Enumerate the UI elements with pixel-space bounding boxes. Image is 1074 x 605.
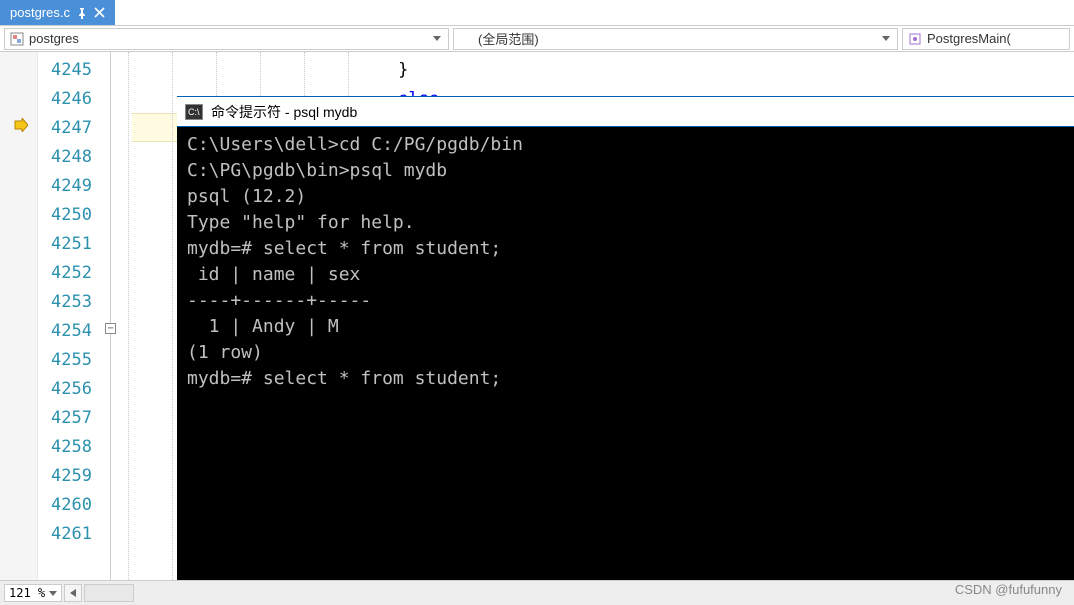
scroll-left-button[interactable] (64, 584, 82, 602)
line-number: 4253 (38, 288, 92, 317)
dropdown-label: postgres (29, 31, 426, 46)
dropdown-label: (全局范围) (458, 29, 875, 48)
line-number: 4258 (38, 433, 92, 462)
function-icon (907, 31, 923, 47)
line-number: 4254 (38, 317, 92, 346)
zoom-value: 121 % (9, 586, 45, 600)
fold-toggle[interactable]: − (105, 323, 116, 334)
indent-guide (128, 52, 129, 580)
close-icon[interactable] (94, 7, 105, 18)
term-line: mydb=# select * from student; (187, 366, 1064, 392)
dropdown-label: PostgresMain( (927, 31, 1065, 46)
file-tab[interactable]: postgres.c (0, 0, 115, 25)
term-line: psql (12.2) (187, 184, 1064, 210)
terminal-title-bar[interactable]: C:\ 命令提示符 - psql mydb (177, 97, 1074, 127)
term-line: id | name | sex (187, 262, 1064, 288)
line-number: 4260 (38, 491, 92, 520)
scope-dropdown-project[interactable]: postgres (4, 28, 449, 50)
line-number: 4251 (38, 230, 92, 259)
term-line: C:\Users\dell>cd C:/PG/pgdb/bin (187, 132, 1064, 158)
line-number: 4247 (38, 114, 92, 143)
term-line: C:\PG\pgdb\bin>psql mydb (187, 158, 1064, 184)
line-number: 4252 (38, 259, 92, 288)
term-line: 1 | Andy | M (187, 314, 1064, 340)
indent-guide (172, 52, 173, 580)
watermark: CSDN @fufufunny (955, 582, 1062, 597)
line-number: 4257 (38, 404, 92, 433)
line-number-gutter: 4245 4246 4247 4248 4249 4250 4251 4252 … (38, 52, 104, 580)
outline-gutter: − (104, 52, 124, 580)
cmd-icon: C:\ (185, 104, 203, 120)
line-number: 4250 (38, 201, 92, 230)
line-number: 4255 (38, 346, 92, 375)
pin-icon[interactable] (76, 7, 88, 19)
navigation-bar: postgres (全局范围) PostgresMain( (0, 26, 1074, 52)
terminal-body[interactable]: C:\Users\dell>cd C:/PG/pgdb/binC:\PG\pgd… (177, 127, 1074, 397)
line-number: 4249 (38, 172, 92, 201)
line-number: 4245 (38, 56, 92, 85)
scope-dropdown-global[interactable]: (全局范围) (453, 28, 898, 50)
zoom-selector[interactable]: 121 % (4, 584, 62, 602)
line-number: 4248 (38, 143, 92, 172)
execution-arrow-icon (14, 118, 28, 136)
code-line: } (132, 56, 1074, 85)
term-line: mydb=# select * from student; (187, 236, 1064, 262)
line-number: 4261 (38, 520, 92, 549)
term-line: Type "help" for help. (187, 210, 1064, 236)
horizontal-scrollbar[interactable] (84, 584, 134, 602)
line-number: 4259 (38, 462, 92, 491)
status-bar: 121 % (0, 580, 1074, 605)
terminal-title-text: 命令提示符 - psql mydb (211, 102, 357, 122)
line-number: 4246 (38, 85, 92, 114)
chevron-down-icon (49, 586, 57, 600)
tab-filename: postgres.c (10, 5, 70, 20)
project-icon (9, 31, 25, 47)
breakpoint-gutter[interactable] (0, 52, 38, 580)
line-number: 4256 (38, 375, 92, 404)
term-line: (1 row) (187, 340, 1064, 366)
chevron-down-icon (879, 36, 893, 42)
scope-dropdown-function[interactable]: PostgresMain( (902, 28, 1070, 50)
terminal-window: C:\ 命令提示符 - psql mydb C:\Users\dell>cd C… (177, 96, 1074, 605)
outline-guide (110, 52, 111, 580)
term-line: ----+------+----- (187, 288, 1064, 314)
chevron-down-icon (430, 36, 444, 42)
tab-bar: postgres.c (0, 0, 1074, 26)
